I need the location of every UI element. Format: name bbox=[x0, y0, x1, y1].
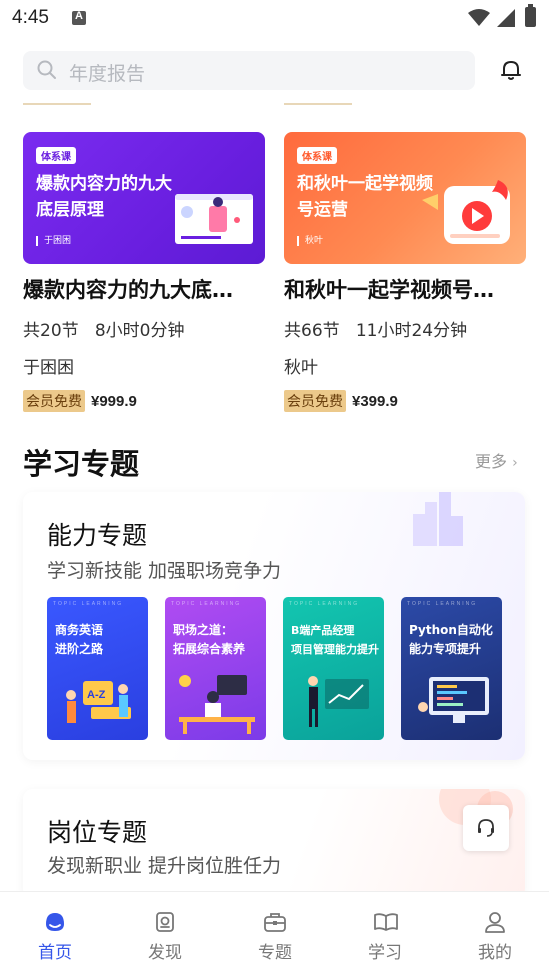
tab-label: 专题 bbox=[258, 943, 292, 963]
tile-title: 职场之道： 拓展综合素养 bbox=[173, 623, 246, 656]
tile-tag: TOPIC LEARNING bbox=[53, 601, 124, 607]
tile-title: B端产品经理 项目管理能力提升 bbox=[291, 624, 379, 656]
topic-tile[interactable]: TOPIC LEARNING 职场之道： 拓展综合素养 bbox=[165, 597, 266, 740]
panel-subtitle: 学习新技能 加强职场竞争力 bbox=[47, 560, 282, 582]
course-cover[interactable]: 体系课 爆款内容力的九大底层原理 于困困 bbox=[23, 132, 265, 264]
more-label: 更多 bbox=[475, 452, 508, 471]
panel-title: 能力专题 bbox=[47, 521, 148, 550]
course-lessons: 共20节 bbox=[23, 321, 79, 341]
price-row: 会员免费 ¥399.9 bbox=[284, 390, 526, 412]
cover-author: 于困困 bbox=[36, 236, 71, 246]
profile-icon bbox=[485, 912, 505, 933]
job-topic-panel[interactable]: 岗位专题 发现新职业 提升岗位胜任力 bbox=[23, 789, 525, 899]
vip-free-badge: 会员免费 bbox=[23, 390, 85, 412]
cover-headline: 和秋叶一起学视频号运营 bbox=[297, 174, 433, 220]
product-illustration-icon bbox=[308, 676, 369, 727]
cover-headline: 爆款内容力的九大底层原理 bbox=[36, 174, 172, 220]
chevron-right-icon: › bbox=[512, 455, 518, 471]
status-bar: 4:45 bbox=[0, 0, 549, 38]
course-teacher: 于困困 bbox=[23, 358, 74, 378]
course-lessons: 共66节 bbox=[284, 321, 340, 341]
tile-tag: TOPIC LEARNING bbox=[289, 601, 360, 607]
customer-service-button[interactable] bbox=[463, 805, 509, 851]
course-brand-badge: 体系课 bbox=[36, 147, 76, 164]
tab-profile[interactable]: 我的 bbox=[440, 892, 549, 978]
bottom-tab-bar: 首页 发现 专题 学习 我的 bbox=[0, 891, 549, 977]
cover-author: 秋叶 bbox=[297, 236, 323, 246]
course-teacher: 秋叶 bbox=[284, 358, 318, 378]
tile-title: 商务英语 进阶之路 bbox=[55, 623, 104, 656]
topic-tile[interactable]: TOPIC LEARNING Python自动化 能力专项提升 bbox=[401, 597, 502, 740]
bell-icon[interactable] bbox=[499, 58, 523, 82]
tab-topics[interactable]: 专题 bbox=[220, 892, 330, 978]
search-placeholder: 年度报告 bbox=[69, 63, 146, 85]
notification-app-icon bbox=[72, 10, 86, 25]
battery-icon bbox=[525, 4, 536, 27]
section-title: 学习专题 bbox=[23, 447, 140, 481]
svg-text:A-Z: A-Z bbox=[87, 689, 106, 701]
tab-label: 我的 bbox=[478, 943, 512, 963]
course-title[interactable]: 和秋叶一起学视频号… bbox=[284, 274, 526, 304]
tab-study[interactable]: 学习 bbox=[330, 892, 440, 978]
course-cover[interactable]: 体系课 和秋叶一起学视频号运营 秋叶 bbox=[284, 132, 526, 264]
search-icon bbox=[37, 60, 56, 79]
more-link[interactable]: 更多 › bbox=[475, 448, 518, 472]
divider bbox=[23, 103, 91, 105]
study-icon bbox=[374, 913, 398, 931]
discover-icon bbox=[156, 912, 174, 932]
search-input[interactable]: 年度报告 bbox=[23, 51, 475, 90]
course-duration: 8小时0分钟 bbox=[94, 321, 185, 341]
ability-topic-panel[interactable]: 能力专题 学习新技能 加强职场竞争力 TOPIC LEARNING 商务英语 进… bbox=[23, 492, 525, 760]
workplace-illustration-icon bbox=[179, 675, 255, 734]
vip-free-badge: 会员免费 bbox=[284, 390, 346, 412]
english-illustration-icon: A-Z bbox=[66, 681, 131, 723]
course-meta: 共20节 8小时0分钟 bbox=[23, 316, 265, 341]
cover-illustration bbox=[175, 194, 253, 244]
course-brand-badge: 体系课 bbox=[297, 147, 337, 164]
course-price: ¥399.9 bbox=[352, 392, 398, 410]
tile-tag: TOPIC LEARNING bbox=[407, 601, 478, 607]
course-price: ¥999.9 bbox=[91, 392, 137, 410]
tile-title: Python自动化 能力专项提升 bbox=[409, 623, 493, 656]
price-row: 会员免费 ¥999.9 bbox=[23, 390, 265, 412]
course-title[interactable]: 爆款内容力的九大底… bbox=[23, 274, 265, 304]
topic-icon bbox=[264, 913, 286, 932]
course-card[interactable]: 体系课 爆款内容力的九大底层原理 于困困 爆款内容力的九大底… 共20节 8小时… bbox=[23, 132, 265, 412]
course-card[interactable]: 体系课 和秋叶一起学视频号运营 秋叶 和秋叶一起学视频号… 共66节 11小时2… bbox=[284, 132, 526, 412]
home-icon bbox=[46, 913, 64, 931]
python-illustration-icon bbox=[418, 677, 489, 723]
tab-home[interactable]: 首页 bbox=[0, 892, 110, 978]
tab-label: 发现 bbox=[148, 943, 182, 963]
headset-icon bbox=[478, 819, 494, 837]
decorative-shape-icon bbox=[413, 492, 463, 546]
cover-illustration bbox=[422, 180, 510, 244]
tab-label: 首页 bbox=[38, 943, 72, 963]
tab-label: 学习 bbox=[368, 943, 402, 963]
panel-title: 岗位专题 bbox=[47, 818, 148, 847]
status-time: 4:45 bbox=[12, 7, 49, 28]
signal-icon bbox=[497, 9, 515, 27]
panel-subtitle: 发现新职业 提升岗位胜任力 bbox=[47, 855, 282, 877]
course-meta: 共66节 11小时24分钟 bbox=[284, 316, 526, 341]
topic-tile[interactable]: TOPIC LEARNING B端产品经理 项目管理能力提升 bbox=[283, 597, 384, 740]
tile-tag: TOPIC LEARNING bbox=[171, 601, 242, 607]
wifi-icon bbox=[468, 9, 490, 26]
topic-tile[interactable]: TOPIC LEARNING 商务英语 进阶之路 A-Z bbox=[47, 597, 148, 740]
course-duration: 11小时24分钟 bbox=[355, 321, 468, 341]
tab-discover[interactable]: 发现 bbox=[110, 892, 220, 978]
divider bbox=[284, 103, 352, 105]
